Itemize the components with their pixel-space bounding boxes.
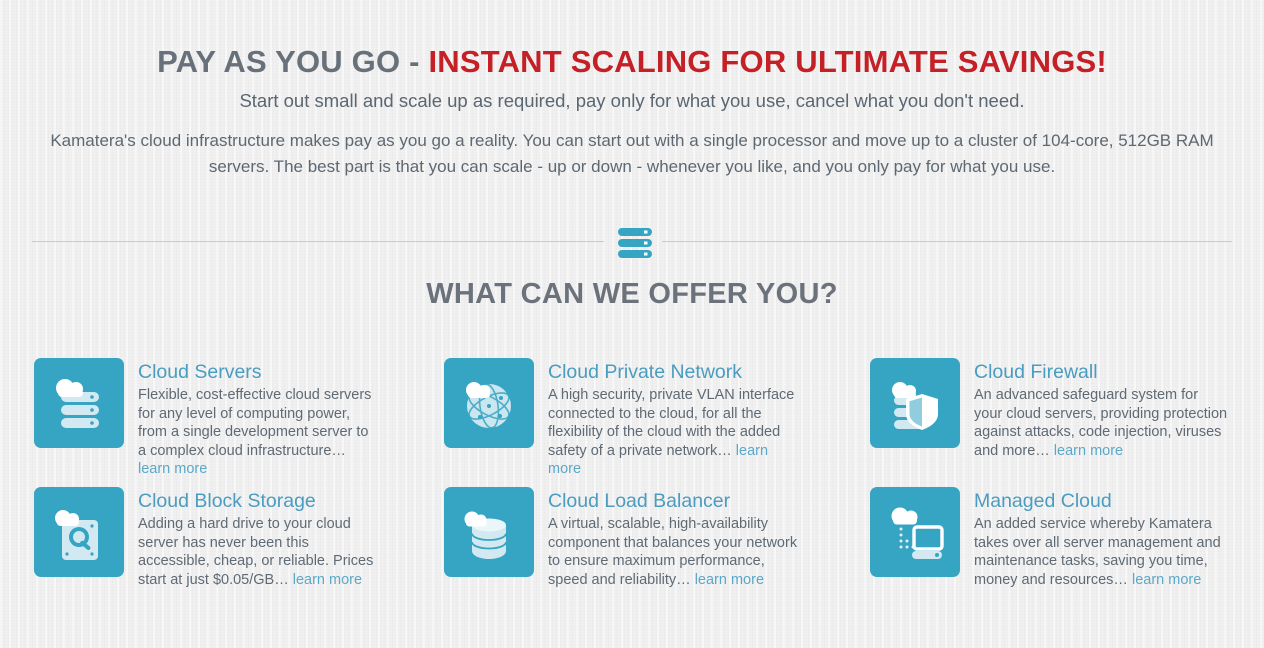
offering-card[interactable]: Cloud Servers Flexible, cost-effective c… — [0, 358, 422, 487]
page-title-accent: INSTANT SCALING FOR ULTIMATE SAVINGS! — [428, 44, 1107, 79]
landing-page: PAY AS YOU GO - INSTANT SCALING FOR ULTI… — [0, 0, 1264, 648]
learn-more-link[interactable]: learn more — [695, 572, 764, 588]
divider-line-right — [662, 241, 1232, 242]
offering-card[interactable]: Cloud Private Network A high security, p… — [422, 358, 846, 487]
offering-description: Flexible, cost-effective cloud servers f… — [138, 386, 378, 479]
offering-description: Adding a hard drive to your cloud server… — [138, 515, 378, 589]
hero-description: Kamatera's cloud infrastructure makes pa… — [50, 131, 1214, 176]
learn-more-link[interactable]: learn more — [138, 461, 207, 477]
managed-cloud-icon — [870, 487, 960, 577]
page-title: PAY AS YOU GO - INSTANT SCALING FOR ULTI… — [0, 42, 1264, 82]
offering-card-text: Managed Cloud An added service whereby K… — [974, 487, 1229, 589]
offering-description: An advanced safeguard system for your cl… — [974, 386, 1229, 460]
cloud-private-network-icon — [444, 358, 534, 448]
offering-title[interactable]: Cloud Load Balancer — [548, 490, 801, 512]
offerings-row-1: Cloud Servers Flexible, cost-effective c… — [0, 358, 1264, 487]
learn-more-link[interactable]: learn more — [1132, 572, 1201, 588]
offering-title[interactable]: Managed Cloud — [974, 490, 1229, 512]
offering-title[interactable]: Cloud Firewall — [974, 361, 1229, 383]
offerings-row-2: Cloud Block Storage Adding a hard drive … — [0, 487, 1264, 616]
cloud-block-storage-icon — [34, 487, 124, 577]
offering-card[interactable]: Cloud Firewall An advanced safeguard sys… — [846, 358, 1264, 487]
page-title-primary: PAY AS YOU GO - — [157, 44, 429, 79]
offering-description-text: Flexible, cost-effective cloud servers f… — [138, 387, 372, 459]
offering-card-text: Cloud Firewall An advanced safeguard sys… — [974, 358, 1229, 460]
cloud-load-balancer-icon — [444, 487, 534, 577]
divider-line-left — [32, 241, 604, 242]
offering-card-text: Cloud Servers Flexible, cost-effective c… — [138, 358, 378, 479]
offering-description: A virtual, scalable, high-availability c… — [548, 515, 801, 589]
section-divider — [0, 227, 1264, 259]
hero-section: PAY AS YOU GO - INSTANT SCALING FOR ULTI… — [0, 0, 1264, 180]
learn-more-link[interactable]: learn more — [293, 572, 362, 588]
cloud-firewall-icon — [870, 358, 960, 448]
offering-title[interactable]: Cloud Servers — [138, 361, 378, 383]
learn-more-link[interactable]: learn more — [1054, 443, 1123, 459]
offering-description: A high security, private VLAN interface … — [548, 386, 801, 479]
section-heading: WHAT CAN WE OFFER YOU? — [426, 278, 838, 310]
offering-title[interactable]: Cloud Private Network — [548, 361, 801, 383]
offering-card-text: Cloud Load Balancer A virtual, scalable,… — [548, 487, 801, 589]
offering-card[interactable]: Cloud Block Storage Adding a hard drive … — [0, 487, 422, 616]
cloud-server-icon — [34, 358, 124, 448]
offering-card[interactable]: Managed Cloud An added service whereby K… — [846, 487, 1264, 616]
offering-card-text: Cloud Block Storage Adding a hard drive … — [138, 487, 378, 589]
offering-card-text: Cloud Private Network A high security, p… — [548, 358, 801, 479]
hero-subtitle: Start out small and scale up as required… — [239, 90, 1025, 111]
offering-description: An added service whereby Kamatera takes … — [974, 515, 1229, 589]
offerings-grid: Cloud Servers Flexible, cost-effective c… — [0, 358, 1264, 616]
server-stack-icon — [618, 227, 652, 259]
offering-title[interactable]: Cloud Block Storage — [138, 490, 378, 512]
offering-card[interactable]: Cloud Load Balancer A virtual, scalable,… — [422, 487, 846, 616]
